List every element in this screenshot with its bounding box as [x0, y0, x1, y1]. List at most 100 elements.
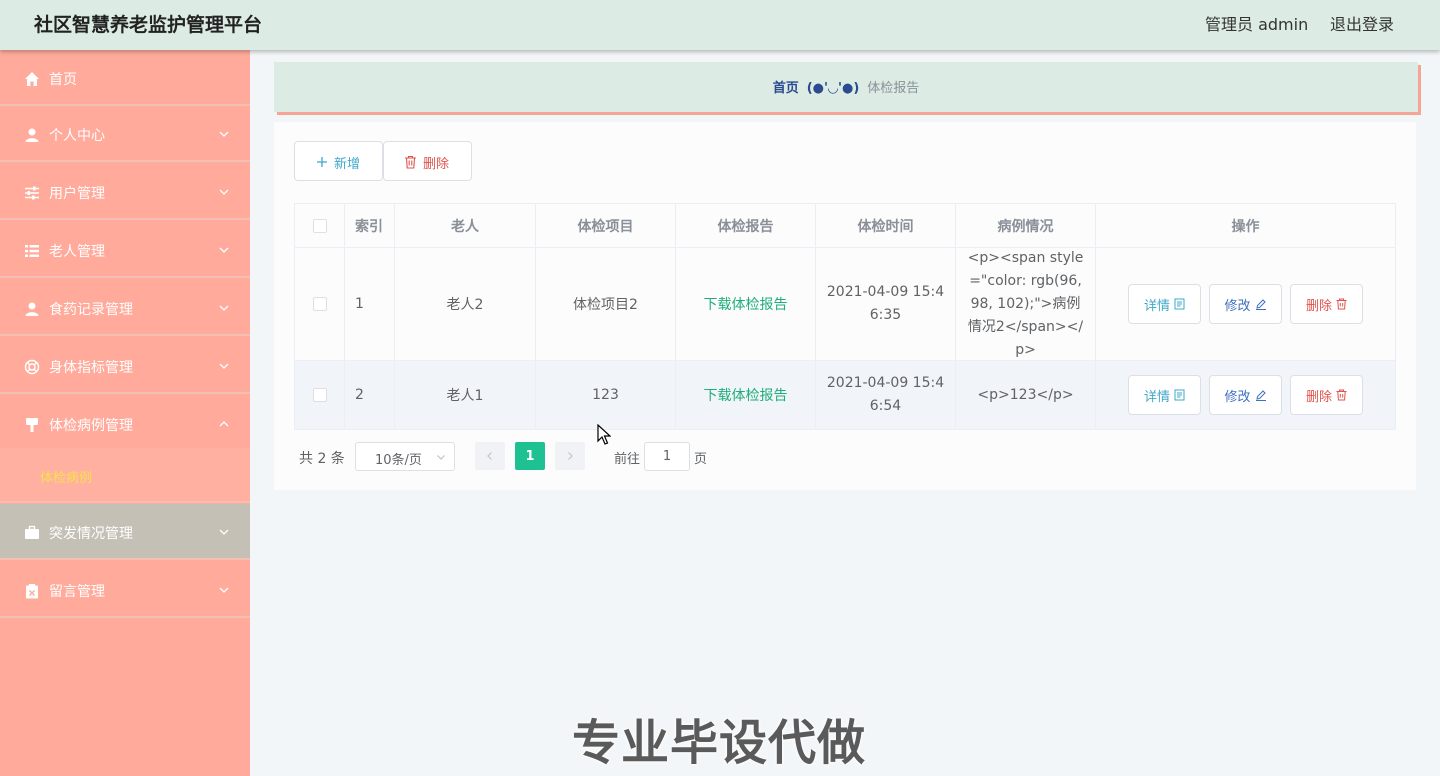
- home-icon: [25, 72, 39, 86]
- download-report-link[interactable]: 下载体检报告: [704, 294, 788, 314]
- cell-exam-time: 2021-04-09 15:46:35: [826, 284, 945, 323]
- sidebar-item-messages[interactable]: 留言管理: [0, 562, 250, 618]
- delete-label: 删除: [1305, 298, 1332, 314]
- header-elder: 老人: [395, 204, 536, 247]
- delete-button[interactable]: 删除: [1290, 284, 1363, 324]
- chevron-down-icon: [219, 305, 229, 311]
- page-size-select[interactable]: 10条/页: [355, 442, 455, 471]
- top-header: 社区智慧养老监护管理平台 管理员 admin 退出登录: [0, 0, 1440, 50]
- chevron-down-icon: [219, 529, 229, 535]
- next-page-button[interactable]: [555, 442, 585, 470]
- trash-icon: [1336, 389, 1347, 401]
- sidebar-item-user-management[interactable]: 用户管理: [0, 164, 250, 220]
- row-checkbox[interactable]: [312, 297, 327, 311]
- detail-label: 详情: [1143, 298, 1170, 314]
- sidebar-item-label: 体检病例管理: [49, 418, 133, 434]
- edit-label: 修改: [1224, 389, 1251, 405]
- sidebar: 首页 个人中心 用户管理 老人管理 食药记录管理 身体指标管理 体检病例管理 体…: [0, 50, 250, 776]
- sidebar-item-food-medicine[interactable]: 食药记录管理: [0, 280, 250, 336]
- cell-index: 2: [345, 361, 395, 429]
- goto-label: 前往: [614, 452, 641, 467]
- mouse-cursor-icon: [597, 424, 611, 445]
- detail-button[interactable]: 详情: [1128, 375, 1201, 415]
- header-checkbox-cell: [295, 204, 345, 247]
- edit-button[interactable]: 修改: [1209, 284, 1282, 324]
- header-index: 索引: [345, 204, 395, 247]
- cell-elder: 老人2: [395, 248, 536, 360]
- batch-delete-button[interactable]: 删除: [383, 141, 472, 181]
- pencil-icon: [1255, 390, 1266, 401]
- sidebar-item-label: 用户管理: [49, 186, 105, 202]
- submenu-exam-case: 体检病例: [0, 448, 250, 503]
- briefcase-icon: [25, 525, 39, 539]
- sidebar-item-body-indicators[interactable]: 身体指标管理: [0, 338, 250, 394]
- breadcrumb-current: 体检报告: [867, 81, 920, 96]
- detail-button[interactable]: 详情: [1128, 284, 1201, 324]
- content-card: 新增 删除 索引 老人 体检项目 体检报告 体检时间 病例情况 操作 1 老人2…: [274, 122, 1416, 490]
- chevron-left-icon: [487, 452, 492, 460]
- document-icon: [1174, 298, 1185, 310]
- sidebar-item-emergency[interactable]: 突发情况管理: [0, 504, 250, 560]
- table-header-row: 索引 老人 体检项目 体检报告 体检时间 病例情况 操作: [295, 204, 1395, 248]
- batch-delete-label: 删除: [423, 157, 450, 172]
- sidebar-item-label: 突发情况管理: [49, 526, 133, 542]
- logout-link[interactable]: 退出登录: [1330, 11, 1394, 35]
- add-button[interactable]: 新增: [294, 141, 383, 181]
- user-icon: [25, 128, 39, 142]
- table-row: 1 老人2 体检项目2 下载体检报告 2021-04-09 15:46:35 <…: [295, 248, 1395, 361]
- cell-actions: 详情 修改 删除: [1096, 248, 1395, 360]
- sidebar-item-label: 留言管理: [49, 584, 105, 600]
- submenu-item-exam-report[interactable]: 体检病例: [40, 467, 92, 486]
- cell-exam-time: 2021-04-09 15:46:54: [826, 375, 945, 414]
- add-button-label: 新增: [334, 157, 361, 172]
- cell-time-wrap: 2021-04-09 15:46:54: [816, 361, 956, 429]
- action-group: 详情 修改 删除: [1096, 361, 1395, 429]
- cell-elder: 老人1: [395, 361, 536, 429]
- lifebuoy-icon: [24, 359, 40, 375]
- header-exam-report: 体检报告: [676, 204, 816, 247]
- sidebar-item-exam-case[interactable]: 体检病例管理: [0, 396, 250, 452]
- sidebar-item-label: 首页: [49, 72, 77, 88]
- sidebar-item-home[interactable]: 首页: [0, 50, 250, 106]
- sidebar-item-label: 食药记录管理: [49, 302, 133, 318]
- edit-button[interactable]: 修改: [1209, 375, 1282, 415]
- cell-time-wrap: 2021-04-09 15:46:35: [816, 248, 956, 360]
- download-report-link[interactable]: 下载体检报告: [704, 385, 788, 405]
- pagination-total: 共 2 条: [299, 451, 345, 467]
- breadcrumb-separator: (●'◡'●): [806, 81, 860, 96]
- cell-exam-item: 体检项目2: [536, 248, 676, 360]
- sidebar-item-label: 身体指标管理: [49, 360, 133, 376]
- plus-icon: [317, 157, 327, 167]
- sidebar-item-label: 个人中心: [49, 128, 105, 144]
- header-exam-time: 体检时间: [816, 204, 956, 247]
- cell-exam-item: 123: [536, 361, 676, 429]
- header-actions: 操作: [1231, 218, 1260, 235]
- pencil-icon: [1255, 299, 1266, 310]
- sidebar-item-personal-center[interactable]: 个人中心: [0, 106, 250, 162]
- trash-icon: [405, 155, 416, 169]
- page-number-current[interactable]: 1: [515, 442, 545, 470]
- breadcrumb-home[interactable]: 首页: [773, 81, 799, 96]
- delete-button[interactable]: 删除: [1290, 375, 1363, 415]
- chevron-down-icon: [219, 189, 229, 195]
- chevron-down-icon: [219, 363, 229, 369]
- cell-report: 下载体检报告: [676, 361, 816, 429]
- goto-page-input[interactable]: 1: [644, 442, 690, 471]
- prev-page-button[interactable]: [475, 442, 505, 470]
- detail-label: 详情: [1143, 389, 1170, 405]
- delete-label: 删除: [1305, 389, 1332, 405]
- chevron-down-icon: [219, 247, 229, 253]
- select-all-checkbox[interactable]: [312, 218, 327, 233]
- chevron-up-icon: [219, 421, 229, 427]
- chevron-down-icon: [219, 587, 229, 593]
- row-checkbox[interactable]: [312, 388, 327, 402]
- row-checkbox-cell: [295, 361, 345, 429]
- clipboard-icon: [26, 584, 38, 599]
- cell-case: <p><span style="color: rgb(96, 98, 102);…: [967, 249, 1084, 358]
- breadcrumb-line: 首页 (●'◡'●) 体检报告: [274, 77, 1418, 96]
- action-group: 详情 修改 删除: [1096, 248, 1395, 360]
- breadcrumb: 首页 (●'◡'●) 体检报告: [274, 62, 1418, 112]
- sidebar-item-elder-management[interactable]: 老人管理: [0, 222, 250, 278]
- brush-icon: [26, 418, 38, 432]
- watermark-text: 专业毕设代做: [572, 715, 867, 771]
